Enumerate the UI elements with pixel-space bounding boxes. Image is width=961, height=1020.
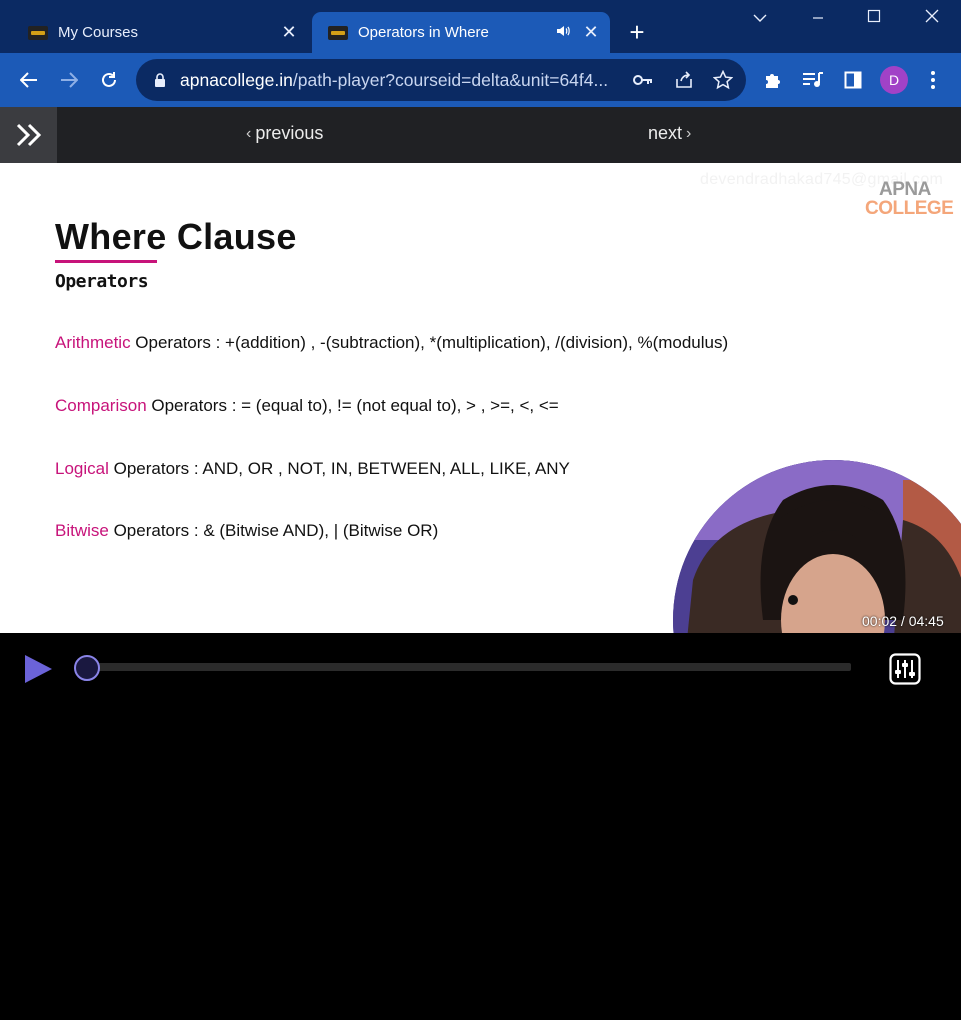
key-icon[interactable] xyxy=(632,69,654,91)
player-nav-bar: ‹ previous next › xyxy=(0,107,961,163)
previous-label: previous xyxy=(255,123,324,143)
sliders-icon xyxy=(889,653,921,685)
bookmark-star-icon[interactable] xyxy=(712,69,734,91)
reload-icon[interactable] xyxy=(94,65,124,95)
close-tab-icon[interactable]: ✕ xyxy=(580,22,602,44)
extensions-puzzle-icon[interactable] xyxy=(758,65,788,95)
browser-toolbar: apnacollege.in/path-player?courseid=delt… xyxy=(0,53,961,107)
chevron-right-icon: › xyxy=(686,124,692,142)
media-control-icon[interactable] xyxy=(798,65,828,95)
video-frame-slide: devendradhakad745@gmail.com APNA COLLEGE… xyxy=(0,163,961,633)
progress-handle[interactable] xyxy=(74,655,101,681)
profile-avatar[interactable]: D xyxy=(880,66,908,94)
progress-bar[interactable] xyxy=(80,663,851,671)
play-button[interactable] xyxy=(22,653,54,685)
next-button[interactable]: next › xyxy=(648,123,695,144)
comparison-operators-line: Comparison Operators : = (equal to), != … xyxy=(55,396,559,415)
minimize-icon[interactable] xyxy=(803,6,833,32)
play-icon xyxy=(25,655,52,683)
arithmetic-operators-line: Arithmetic Operators : +(addition) , -(s… xyxy=(55,333,729,352)
apna-college-favicon-icon xyxy=(328,25,348,40)
instructor-webcam xyxy=(673,460,961,633)
url-text: apnacollege.in/path-player?courseid=delt… xyxy=(180,69,609,90)
side-panel-icon[interactable] xyxy=(838,65,868,95)
close-window-icon[interactable] xyxy=(917,6,947,32)
next-label: next xyxy=(648,123,683,143)
title-underline xyxy=(55,260,157,263)
tab-title: Operators in Where xyxy=(358,24,489,41)
quality-settings-button[interactable] xyxy=(889,653,921,685)
forward-arrow-icon[interactable] xyxy=(54,65,84,95)
bitwise-operators-line: Bitwise Operators : & (Bitwise AND), | (… xyxy=(55,521,439,540)
back-arrow-icon[interactable] xyxy=(14,65,44,95)
share-icon[interactable] xyxy=(673,69,695,91)
close-tab-icon[interactable]: ✕ xyxy=(278,22,300,44)
chevron-left-icon: ‹ xyxy=(246,124,252,142)
double-chevron-right-icon xyxy=(16,123,41,147)
logical-operators-line: Logical Operators : AND, OR , NOT, IN, B… xyxy=(55,459,570,478)
more-vertical-icon[interactable] xyxy=(918,65,948,95)
tab-search-chevron-down-icon[interactable] xyxy=(745,6,775,32)
address-bar[interactable]: apnacollege.in/path-player?courseid=delt… xyxy=(136,59,746,101)
time-readout: 00:02 / 04:45 xyxy=(862,613,944,629)
slide-title: Where Clause xyxy=(55,216,297,257)
tab-title: My Courses xyxy=(58,24,139,41)
browser-titlebar: My Courses ✕ Operators in Where ✕ + xyxy=(0,0,961,53)
slide-subtitle: Operators xyxy=(55,271,149,292)
apna-college-logo: APNA COLLEGE xyxy=(865,179,954,219)
previous-button[interactable]: ‹ previous xyxy=(242,123,323,144)
apna-college-favicon-icon xyxy=(28,25,48,40)
maximize-icon[interactable] xyxy=(859,6,889,32)
tab-operators-in-where[interactable]: Operators in Where ✕ xyxy=(312,12,610,53)
lock-icon[interactable] xyxy=(154,73,168,87)
tab-my-courses[interactable]: My Courses ✕ xyxy=(12,12,308,53)
speaker-icon[interactable] xyxy=(556,25,570,40)
expand-menu-button[interactable] xyxy=(0,107,57,163)
new-tab-button[interactable]: + xyxy=(624,18,650,46)
video-controls xyxy=(0,633,961,1020)
